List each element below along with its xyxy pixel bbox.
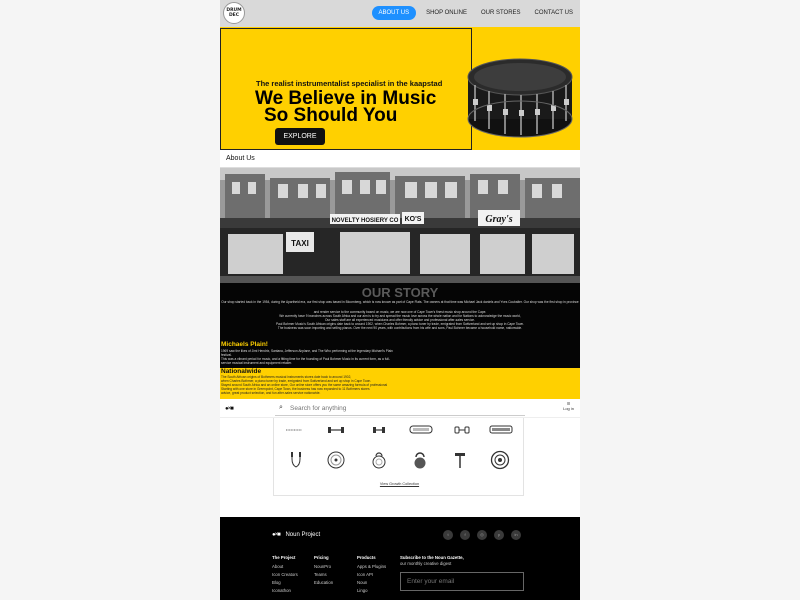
story-paragraph: The business was soon importing and sell…: [277, 326, 523, 330]
footer-col-title: Pricing: [314, 555, 329, 560]
about-title: About Us: [226, 155, 255, 162]
footer-link[interactable]: Icon API: [357, 571, 386, 579]
footer: ●×■ Noun Project t f ◎ p in The Project …: [220, 517, 580, 600]
footer-logo-text: Noun Project: [285, 532, 321, 538]
jump-rope-icon[interactable]: [286, 450, 306, 470]
store-sign-grays: Gray's: [485, 214, 512, 225]
nationwide-text: The South African origins of Bothmers mu…: [221, 375, 431, 395]
michaels-plain-text: 1969 saw the likes of Jimi Hendrix, Sant…: [221, 349, 421, 365]
linkedin-icon[interactable]: in: [511, 530, 521, 540]
nationwide-section: Nationalwide The South African origins o…: [220, 368, 580, 399]
hero-subheadline: So Should You: [264, 105, 398, 126]
hero-banner: The realist instrumentalist specialist i…: [220, 27, 580, 150]
pinterest-icon[interactable]: p: [494, 530, 504, 540]
nationwide-title: Nationalwide: [221, 368, 262, 375]
page: DRUM DEC ABOUT US SHOP ONLINE OUR STORES …: [220, 0, 580, 600]
footer-logo[interactable]: ●×■ Noun Project: [272, 532, 320, 538]
footer-col-title: The Project: [272, 555, 296, 560]
noun-logo-icon: ●×■: [272, 532, 281, 538]
story-paragraph: Our shop started back in the 1954, durin…: [221, 300, 579, 304]
michaels-line: 1969 saw the likes of Jimi Hendrix, Sant…: [221, 349, 393, 353]
nav-contact-us[interactable]: CONTACT US: [531, 6, 577, 20]
nav-our-stores[interactable]: OUR STORES: [477, 6, 525, 20]
step-bench-icon[interactable]: [408, 420, 434, 440]
nav-about-us[interactable]: ABOUT US: [371, 6, 417, 20]
footer-link[interactable]: Lingo: [357, 587, 386, 595]
about-section-header: About Us: [220, 151, 580, 168]
michaels-plain-title: Michaels Plain!: [221, 341, 268, 348]
taxi-sign: TAXI: [291, 239, 309, 248]
snare-drum-image: [467, 58, 573, 138]
grip-dumbbell-icon[interactable]: [452, 420, 472, 440]
treadmill-icon[interactable]: [488, 420, 514, 440]
icon-collection-panel: View Growth Collection: [273, 418, 524, 496]
kettlebell-handle-icon[interactable]: [410, 450, 430, 470]
weight-plate-icon[interactable]: [326, 450, 346, 470]
subscribe-title: Subscribe to the Noun Gazette,: [400, 555, 464, 560]
footer-col-title: Products: [357, 555, 376, 560]
search-box: ⌕: [275, 401, 525, 416]
footer-col-pricing: Pricing NounPro Teams Education: [314, 555, 333, 587]
explore-button[interactable]: EXPLORE: [275, 128, 325, 145]
hero-tagline: The realist instrumentalist specialist i…: [256, 79, 443, 88]
email-field[interactable]: [400, 572, 524, 591]
dumbbell-icon[interactable]: [326, 420, 346, 440]
instagram-icon[interactable]: ◎: [477, 530, 487, 540]
store-sign-kos: KO'S: [405, 216, 422, 223]
kettlebell-icon[interactable]: [369, 450, 389, 470]
nav-shop-online[interactable]: SHOP ONLINE: [422, 6, 471, 20]
michaels-line: service musical instrument and equipment…: [221, 361, 292, 365]
subscribe-subtitle: our monthly creative digest: [400, 561, 452, 566]
disc-weight-icon[interactable]: [490, 450, 510, 470]
site-logo[interactable]: DRUM DEC: [223, 2, 245, 24]
footer-col-products: Products Apps & Plugins Icon API Noun Li…: [357, 555, 386, 595]
dumbbell-small-icon[interactable]: [369, 420, 389, 440]
footer-link[interactable]: About: [272, 563, 298, 571]
nationwide-line: advice, great product selection, and fun…: [221, 391, 321, 395]
footer-link[interactable]: Icon Creators: [272, 571, 298, 579]
noun-logo-icon[interactable]: ●×■: [225, 406, 234, 412]
store-street-photo: NOVELTY HOSIERY CO KO'S Gray's TAXI: [220, 168, 580, 283]
footer-link[interactable]: Iconathon: [272, 587, 298, 595]
facebook-icon[interactable]: f: [460, 530, 470, 540]
hammer-weight-icon[interactable]: [450, 450, 470, 470]
nav-links: ABOUT US SHOP ONLINE OUR STORES CONTACT …: [371, 6, 577, 20]
footer-link[interactable]: NounPro: [314, 563, 333, 571]
our-story-title: OUR STORY: [361, 285, 439, 300]
footer-link[interactable]: Blog: [272, 579, 298, 587]
footer-link[interactable]: Apps & Plugins: [357, 563, 386, 571]
footer-col-project: The Project About Icon Creators Blog Ico…: [272, 555, 298, 595]
footer-link[interactable]: Noun: [357, 579, 386, 587]
store-sign-novelty: NOVELTY HOSIERY CO: [332, 218, 399, 224]
twitter-icon[interactable]: t: [443, 530, 453, 540]
login-label: Log in: [563, 406, 574, 411]
footer-link[interactable]: Teams: [314, 571, 333, 579]
noun-search-bar: ●×■ ⌕ ☰ Log in: [220, 399, 580, 418]
search-input[interactable]: [290, 403, 520, 414]
social-links: t f ◎ p in: [443, 530, 521, 540]
search-icon: ⌕: [279, 404, 283, 411]
login-button[interactable]: ☰ Log in: [563, 401, 574, 411]
view-collection-link[interactable]: View Growth Collection: [274, 482, 525, 486]
barbell-icon[interactable]: [284, 420, 304, 440]
top-nav: DRUM DEC ABOUT US SHOP ONLINE OUR STORES …: [220, 0, 580, 27]
footer-link[interactable]: Education: [314, 579, 333, 587]
